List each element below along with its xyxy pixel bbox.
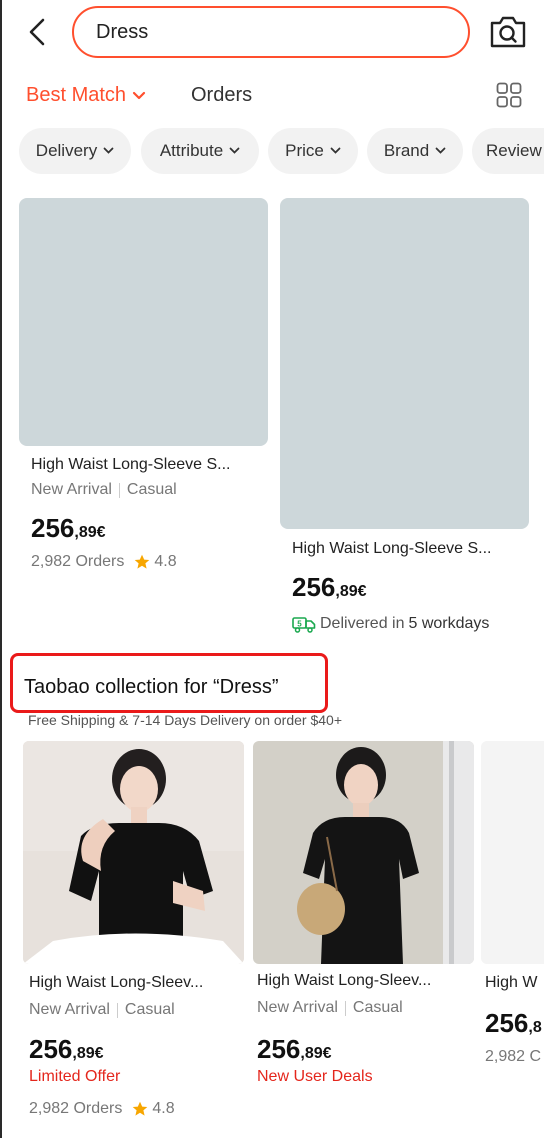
image-search-button[interactable] [488, 14, 528, 50]
filter-chip-label: Delivery [35, 141, 98, 160]
product-tags: New Arrival Casual [31, 481, 177, 499]
product-title: High Waist Long-Sleev... [257, 972, 432, 989]
product-price: 256,89€ [29, 1034, 104, 1065]
delivery-info: 5 Delivered in 5 workdays [292, 615, 489, 633]
product-price: 256,8 [485, 1008, 542, 1039]
price-sub: ,89€ [72, 1045, 104, 1062]
product-title: High Waist Long-Sleeve S... [31, 456, 231, 473]
delivery-truck-icon: 5 [292, 617, 316, 633]
product-tag: New Arrival [29, 1001, 110, 1018]
price-sub: ,89€ [300, 1045, 332, 1062]
product-tag: Casual [126, 481, 177, 498]
sort-best-match-label: Best Match [26, 84, 127, 106]
chevron-down-icon [229, 147, 240, 154]
collection-subtitle: Free Shipping & 7-14 Days Delivery on or… [28, 712, 343, 728]
price-main: 256 [31, 513, 75, 543]
chevron-down-icon [330, 147, 341, 154]
product-photo-image [253, 741, 474, 964]
product-tag: New Arrival [257, 999, 338, 1016]
product-tags: New Arrival Casual [29, 1001, 175, 1019]
product-image-placeholder[interactable] [280, 198, 529, 529]
chevron-down-icon [132, 91, 146, 99]
tag-divider [344, 1000, 346, 1016]
product-image-placeholder[interactable] [19, 198, 268, 446]
price-main: 256 [485, 1008, 529, 1038]
filter-chip-label: Price [285, 141, 324, 160]
promo-label: New User Deals [257, 1068, 373, 1085]
camera-search-icon [490, 16, 526, 48]
promo-label: Limited Offer [29, 1068, 121, 1085]
delivery-prefix: Delivered in [320, 615, 405, 632]
chevron-down-icon [103, 147, 114, 154]
price-sub: ,89€ [74, 524, 106, 541]
rating-value: 4.8 [154, 553, 177, 570]
filter-chip-label: Brand [383, 141, 430, 160]
product-photo[interactable] [481, 741, 544, 964]
product-tag: New Arrival [31, 481, 112, 498]
star-icon [133, 1101, 148, 1116]
chevron-down-icon [435, 147, 446, 154]
svg-text:5: 5 [297, 620, 302, 629]
product-tag: Casual [352, 999, 403, 1016]
filter-chips: Delivery Attribute Price Brand Review [0, 128, 544, 176]
star-icon [135, 554, 150, 569]
product-photo-image [23, 741, 244, 964]
product-meta: 2,982 Orders 4.8 [29, 1100, 175, 1118]
product-price: 256,89€ [292, 572, 367, 603]
price-main: 256 [29, 1034, 73, 1064]
product-photo[interactable] [23, 741, 244, 964]
rating-value: 4.8 [152, 1100, 175, 1117]
product-price: 256,89€ [31, 513, 106, 544]
sort-best-match[interactable]: Best Match [26, 84, 146, 107]
filter-chip-attribute[interactable]: Attribute [141, 128, 259, 174]
product-tags: New Arrival Casual [257, 999, 403, 1017]
grid-view-icon [496, 82, 522, 108]
tag-divider [118, 482, 120, 498]
search-input[interactable]: Dress [72, 6, 470, 58]
filter-chip-label: Review [486, 141, 542, 160]
filter-chip-label: Attribute [159, 141, 224, 160]
collection-title[interactable]: Taobao collection for “Dress” [24, 676, 279, 699]
filter-chip-price[interactable]: Price [268, 128, 358, 174]
filter-chip-review[interactable]: Review [472, 128, 544, 174]
orders-count: 2,982 Orders [31, 553, 125, 570]
price-sub: ,8 [528, 1019, 542, 1036]
filter-chip-delivery[interactable]: Delivery [19, 128, 131, 174]
orders-count: 2,982 Orders [29, 1100, 123, 1117]
price-main: 256 [292, 572, 336, 602]
tag-divider [116, 1002, 118, 1018]
delivery-days: 5 workdays [408, 615, 490, 632]
back-arrow-icon [29, 18, 45, 46]
sort-orders[interactable]: Orders [191, 84, 252, 107]
product-title: High Waist Long-Sleeve S... [292, 540, 492, 557]
product-meta: 2,982 C [485, 1048, 541, 1066]
grid-view-toggle[interactable] [496, 82, 522, 108]
price-sub: ,89€ [335, 583, 367, 600]
orders-count: 2,982 C [485, 1048, 542, 1065]
product-title: High Waist Long-Sleev... [29, 974, 204, 991]
search-input-value: Dress [96, 20, 149, 43]
back-button[interactable] [22, 14, 52, 50]
product-photo[interactable] [253, 741, 474, 964]
price-main: 256 [257, 1034, 301, 1064]
product-title: High W [485, 974, 538, 991]
product-meta: 2,982 Orders 4.8 [31, 553, 177, 571]
product-tag: Casual [124, 1001, 175, 1018]
sort-bar: Best Match Orders [0, 76, 544, 118]
search-header: Dress [0, 0, 544, 66]
filter-chip-brand[interactable]: Brand [367, 128, 463, 174]
product-price: 256,89€ [257, 1034, 332, 1065]
